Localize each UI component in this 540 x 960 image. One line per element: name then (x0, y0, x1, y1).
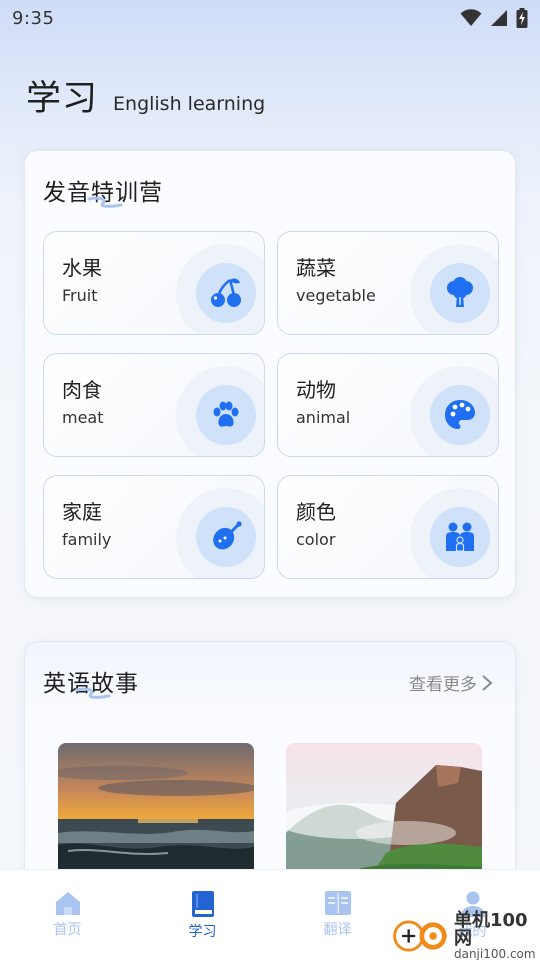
watermark-url: danji100.com (453, 947, 536, 960)
category-en-label: vegetable (296, 286, 376, 305)
category-zh-label: 蔬菜 (296, 256, 336, 280)
page-header: 学习 English learning (26, 70, 265, 121)
category-tile-fruit[interactable]: 水果 Fruit (43, 231, 265, 335)
misty-cliff-image (286, 743, 482, 883)
chevron-right-icon (482, 674, 493, 691)
translate-book-icon (324, 891, 351, 915)
watermark-logo-icon (393, 920, 447, 952)
category-zh-label: 颜色 (296, 500, 336, 524)
category-tile-color[interactable]: 颜色 color (277, 475, 499, 579)
sunset-sea-image (58, 743, 254, 883)
status-time: 9:35 (12, 7, 55, 29)
title-underline-squiggle (75, 687, 111, 699)
nav-item-home[interactable]: 首页 (0, 870, 135, 960)
cherries-icon (196, 263, 256, 323)
category-en-label: color (296, 530, 336, 549)
signal-icon (491, 10, 507, 26)
broccoli-icon (430, 263, 490, 323)
category-zh-label: 水果 (62, 256, 102, 280)
people-icon (430, 507, 490, 567)
pronunciation-camp-card: 发音特训营 水果 Fruit 蔬菜 vegetable 肉食 meat 动物 a… (24, 150, 516, 598)
book-icon (191, 891, 214, 917)
status-icons (460, 8, 528, 28)
watermark-text: 单机100网 danji100.com (454, 912, 540, 960)
category-tile-family[interactable]: 家庭 family (43, 475, 265, 579)
category-en-label: animal (296, 408, 351, 427)
page-title: 学习 (26, 79, 99, 119)
drumstick-icon (196, 507, 256, 567)
palette-icon (430, 385, 490, 445)
category-zh-label: 家庭 (62, 500, 102, 524)
category-tile-animal[interactable]: 动物 animal (277, 353, 499, 457)
nav-label: 学习 (188, 924, 217, 940)
watermark-name: 单机100网 (453, 910, 528, 949)
nav-item-translate[interactable]: 翻译 (270, 870, 405, 960)
see-more-link[interactable]: 查看更多 (409, 670, 493, 695)
category-en-label: meat (62, 408, 104, 427)
nav-label: 翻译 (323, 922, 352, 938)
wifi-icon (460, 9, 482, 26)
home-icon (55, 892, 80, 915)
story-thumbnail-sunset[interactable] (58, 743, 254, 883)
category-tile-meat[interactable]: 肉食 meat (43, 353, 265, 457)
battery-icon (516, 8, 528, 28)
see-more-label: 查看更多 (409, 675, 477, 695)
nav-label: 首页 (53, 922, 82, 938)
status-bar: 9:35 (0, 0, 540, 36)
category-tile-vegetable[interactable]: 蔬菜 vegetable (277, 231, 499, 335)
page-subtitle: English learning (113, 93, 266, 115)
story-thumbnail-cliff[interactable] (286, 743, 482, 883)
category-en-label: Fruit (62, 286, 98, 305)
category-zh-label: 动物 (296, 378, 336, 402)
watermark: 单机100网 danji100.com (388, 912, 540, 960)
nav-item-learn[interactable]: 学习 (135, 870, 270, 960)
category-zh-label: 肉食 (62, 378, 102, 402)
paw-icon (196, 385, 256, 445)
category-en-label: family (62, 530, 112, 549)
title-underline-squiggle (87, 196, 123, 208)
